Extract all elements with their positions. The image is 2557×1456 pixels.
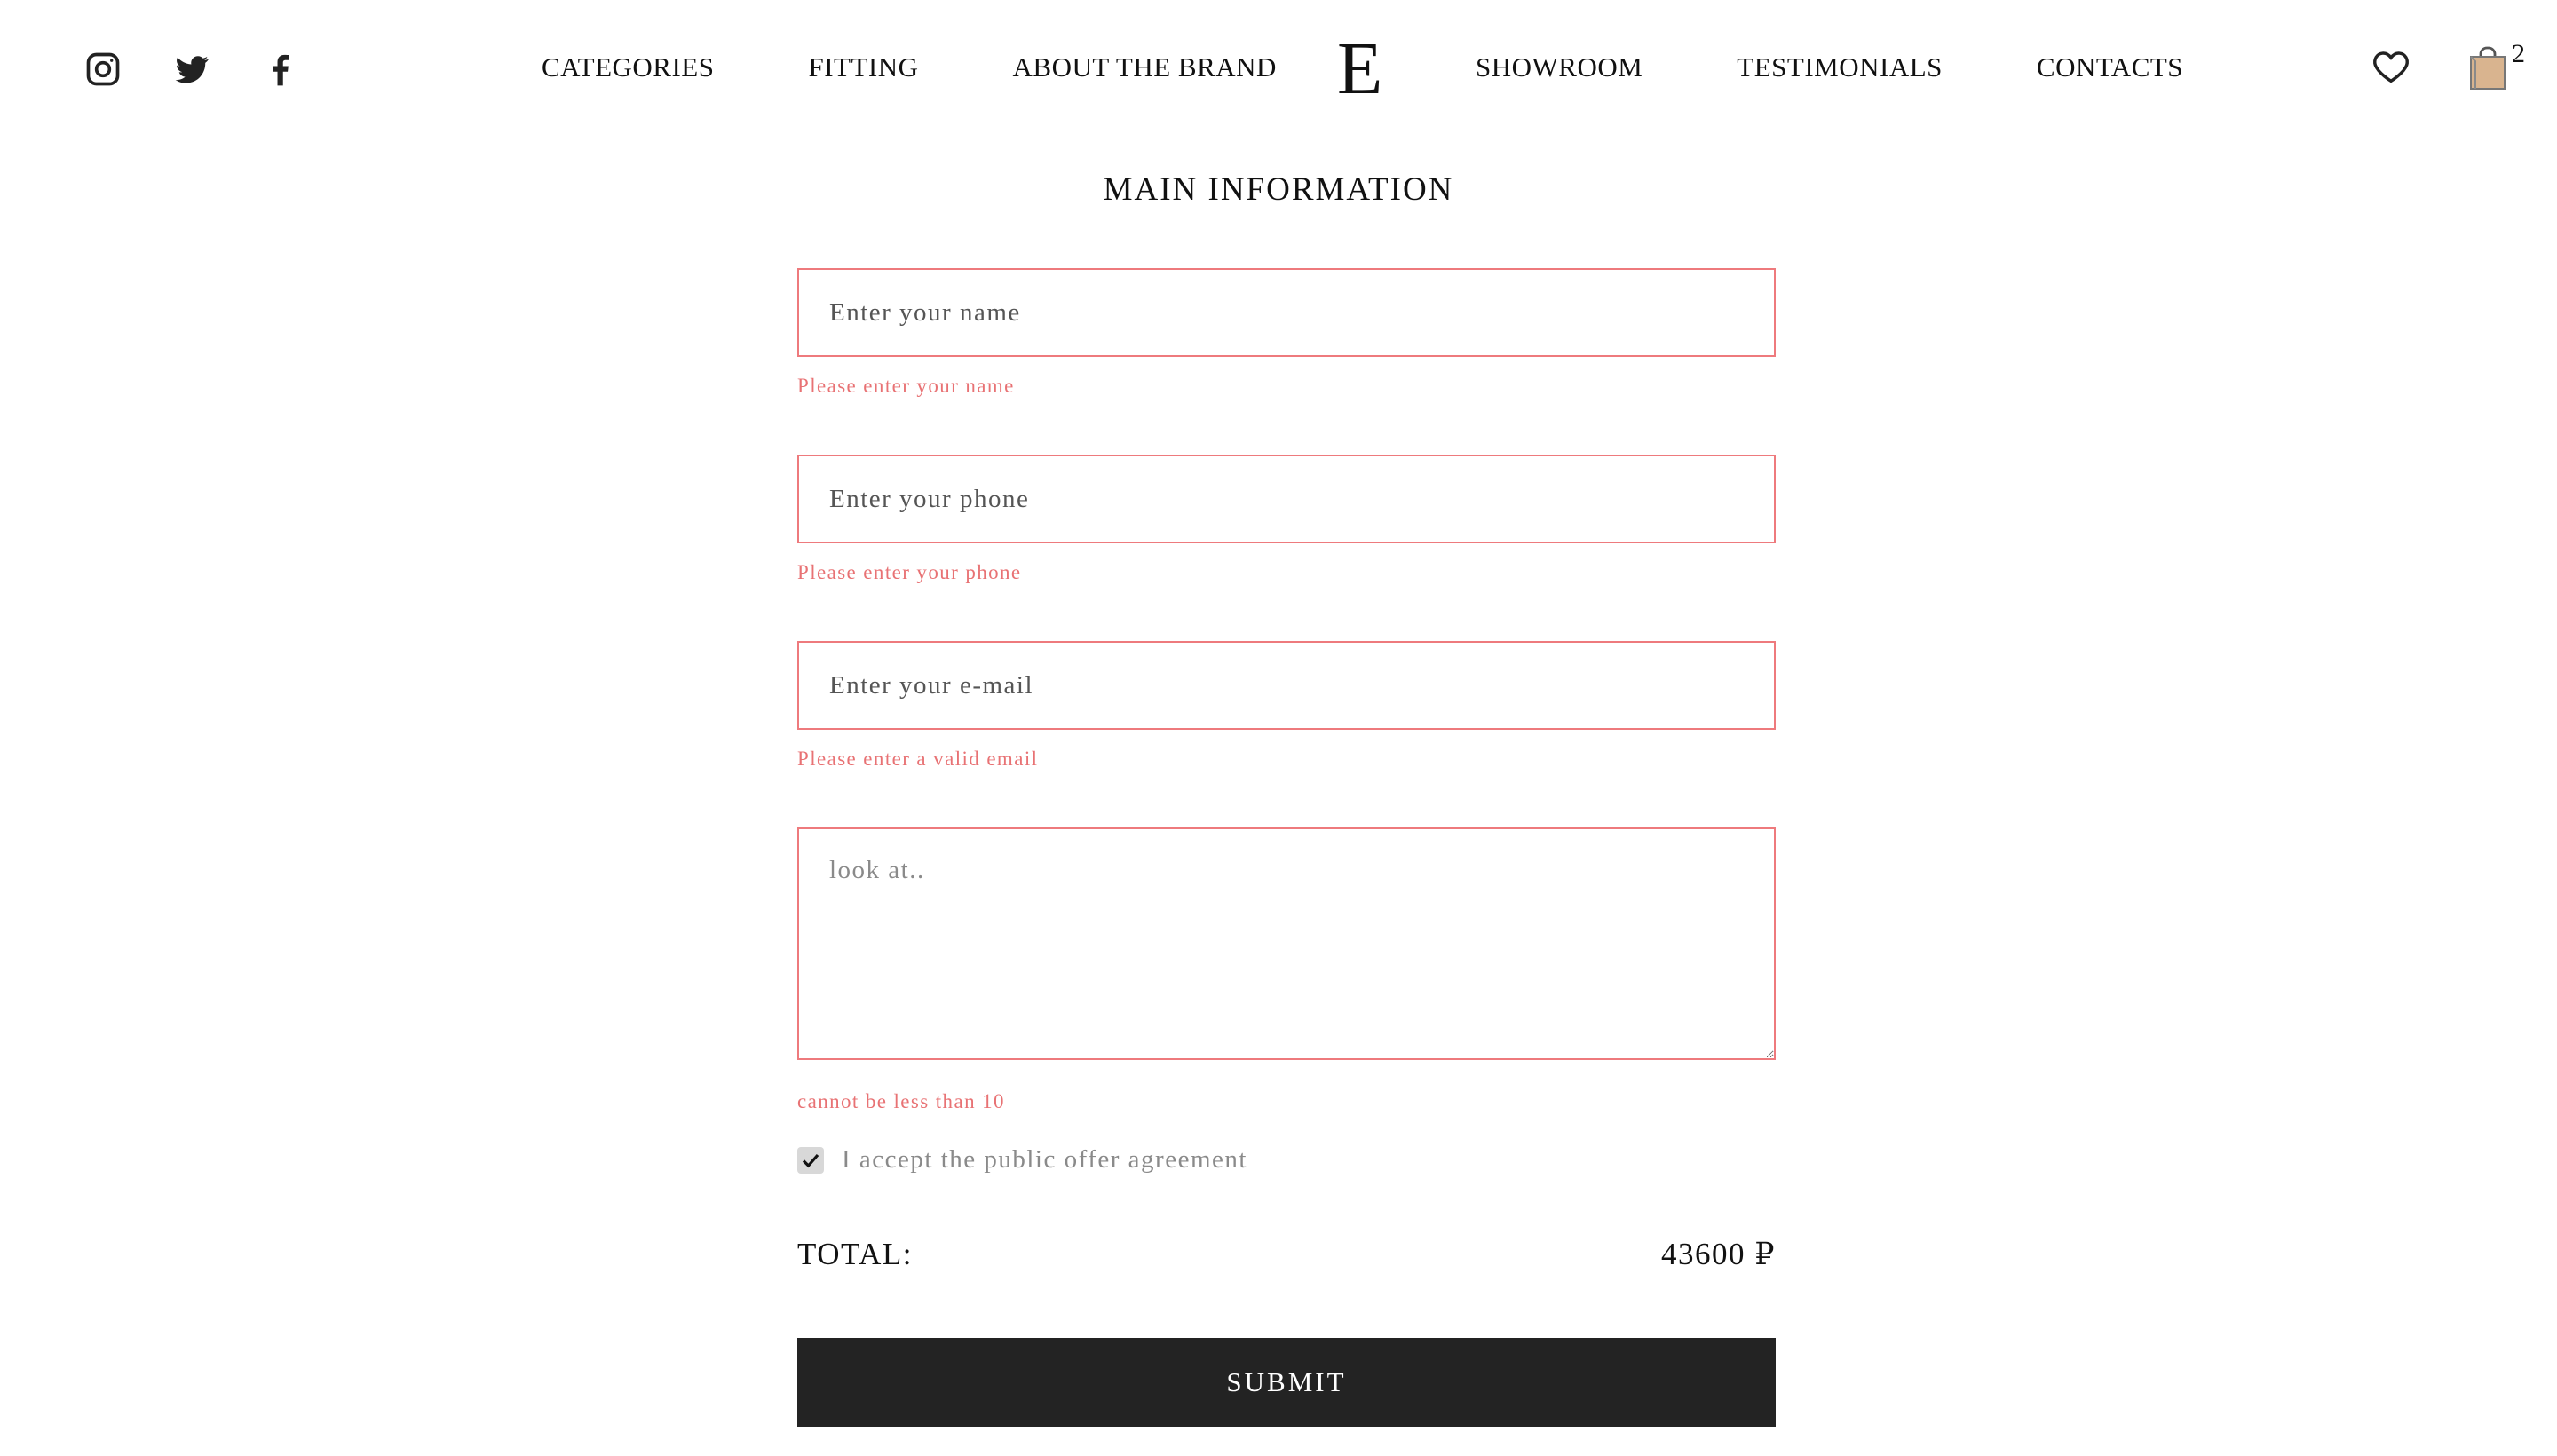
main-nav-right: SHOWROOM TESTIMONIALS CONTACTS xyxy=(1476,51,2183,83)
phone-input[interactable] xyxy=(797,455,1776,543)
nav-about-the-brand[interactable]: ABOUT THE BRAND xyxy=(1013,51,1277,83)
shopping-bag-icon xyxy=(2470,46,2506,90)
checkout-page: CATEGORIES FITTING ABOUT THE BRAND E SHO… xyxy=(0,0,2557,1456)
nav-showroom[interactable]: SHOWROOM xyxy=(1476,51,1643,83)
name-error-message: Please enter your name xyxy=(797,375,1015,397)
total-value: 43600 ₽ xyxy=(1660,1237,1776,1271)
header-actions: 2 xyxy=(2371,39,2525,94)
total-label: TOTAL: xyxy=(797,1237,913,1271)
heart-icon[interactable] xyxy=(2371,46,2411,87)
nav-testimonials[interactable]: TESTIMONIALS xyxy=(1737,51,1943,83)
social-links xyxy=(83,50,300,89)
cart-button[interactable]: 2 xyxy=(2468,39,2525,94)
twitter-icon[interactable] xyxy=(172,50,211,89)
nav-contacts[interactable]: CONTACTS xyxy=(2037,51,2183,83)
nav-categories[interactable]: CATEGORIES xyxy=(542,51,714,83)
cart-count-badge: 2 xyxy=(2512,39,2525,68)
email-input[interactable] xyxy=(797,641,1776,730)
agreement-label[interactable]: I accept the public offer agreement xyxy=(842,1145,1247,1175)
agreement-checkbox[interactable] xyxy=(797,1146,824,1174)
site-header: CATEGORIES FITTING ABOUT THE BRAND E SHO… xyxy=(0,0,2557,138)
email-error-message: Please enter a valid email xyxy=(797,748,1039,770)
facebook-icon[interactable] xyxy=(261,50,300,89)
brand-logo[interactable]: E xyxy=(1337,25,1382,114)
name-input[interactable] xyxy=(797,268,1776,357)
checkmark-icon xyxy=(802,1153,819,1167)
instagram-icon[interactable] xyxy=(83,50,123,89)
comment-textarea[interactable]: look at.. xyxy=(797,827,1776,1060)
offer-agreement: I accept the public offer agreement xyxy=(797,1145,1776,1175)
phone-error-message: Please enter your phone xyxy=(797,561,1022,583)
nav-fitting[interactable]: FITTING xyxy=(808,51,918,83)
checkout-form: Please enter your name Please enter your… xyxy=(797,268,1776,1427)
main-nav-left: CATEGORIES FITTING ABOUT THE BRAND xyxy=(542,51,1277,83)
comment-error-message: cannot be less than 10 xyxy=(797,1090,1005,1112)
submit-button[interactable]: SUBMIT xyxy=(797,1338,1776,1427)
order-total: TOTAL: 43600 ₽ xyxy=(797,1237,1776,1272)
page-title: MAIN INFORMATION xyxy=(1103,171,1454,208)
